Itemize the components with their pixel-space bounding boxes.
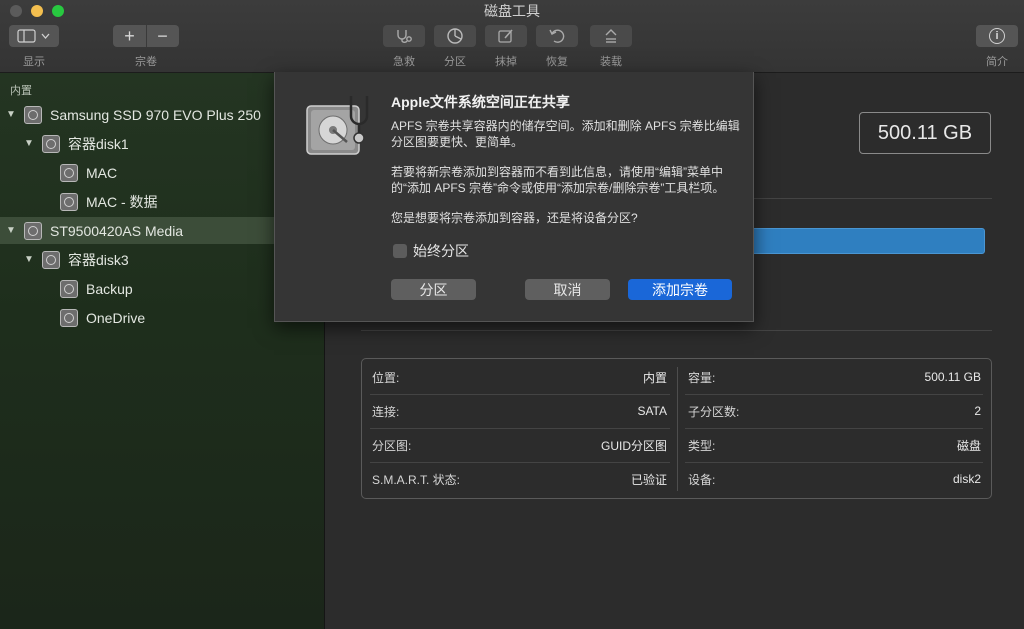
info-key: 设备: [688,472,716,487]
info-row-connection: 连接: SATA [362,394,677,428]
info-value: SATA [637,404,667,418]
divider [361,330,992,331]
restore-icon [549,29,565,43]
disclosure-triangle-icon[interactable]: ▼ [24,254,34,265]
view-button[interactable] [9,25,59,47]
erase-label: 抹掉 [495,56,517,68]
toolbar: 磁盘工具 显示 + − 宗卷 急救 分区 抹掉 恢复 装载 i 简介 [0,0,1024,73]
sidebar-item-label: Samsung SSD 970 EVO Plus 250 [50,106,261,123]
firstaid-button[interactable] [383,25,425,47]
volume-icon [60,279,78,298]
info-value: 磁盘 [956,438,981,453]
info-value: 500.11 GB [924,370,981,384]
sidebar-item-label: MAC - 数据 [86,193,158,210]
sidebar-item-label: Backup [86,280,133,297]
dialog-question: 您是想要将宗卷添加到容器，还是将设备分区? [391,211,638,225]
volume-icon [60,192,78,211]
info-key: 分区图: [372,438,412,453]
dialog-title: Apple文件系统空间正在共享 [391,94,570,110]
divider [370,428,670,429]
info-label: 简介 [986,56,1008,68]
info-button[interactable]: i [976,25,1018,47]
erase-button[interactable] [485,25,527,47]
pie-chart-icon [447,28,463,44]
sidebar-item-label: OneDrive [86,309,146,326]
info-key: S.M.A.R.T. 状态: [372,472,461,487]
info-key: 位置: [372,370,400,385]
restore-label: 恢复 [546,56,568,68]
info-table: 位置: 内置 连接: SATA 分区图: GUID分区图 S.M.A.R.T. … [361,358,992,499]
always-partition-checkbox[interactable]: 始终分区 [393,241,469,261]
capacity-display: 500.11 GB [859,112,991,154]
container-icon [42,250,60,269]
volume-icon [60,308,78,327]
dialog-message: APFS 宗卷共享容器内的储存空间。添加和删除 APFS 宗卷比编辑分区图要更快… [391,119,740,149]
info-key: 连接: [372,404,400,419]
info-key: 容量: [688,370,716,385]
info-key: 子分区数: [688,404,740,419]
info-value: 内置 [642,370,667,385]
remove-volume-button[interactable]: − [147,26,179,47]
info-row-type: 类型: 磁盘 [678,428,991,462]
info-row-smart-status: S.M.A.R.T. 状态: 已验证 [362,462,677,496]
mount-button[interactable] [590,25,632,47]
erase-icon [498,29,513,43]
divider [370,394,670,395]
window-title: 磁盘工具 [484,3,540,19]
sidebar-icon [17,29,50,43]
partition-button[interactable] [434,25,476,47]
info-value: GUID分区图 [600,438,667,453]
hard-drive-icon [24,105,42,124]
info-key: 类型: [688,438,716,453]
disclosure-triangle-icon[interactable]: ▼ [6,225,16,236]
divider [685,394,983,395]
disclosure-triangle-icon[interactable]: ▼ [6,109,16,120]
volume-label: 宗卷 [135,56,157,68]
info-icon: i [989,28,1005,44]
checkbox-label: 始终分区 [413,243,469,259]
sidebar-item-label: 容器disk3 [68,251,129,268]
volume-segment: + − [113,25,179,47]
volume-icon [60,163,78,182]
cancel-button[interactable]: 取消 [525,279,610,300]
dialog-message: 若要将新宗卷添加到容器而不看到此信息，请使用“编辑”菜单中的“添加 APFS 宗… [391,165,725,195]
info-row-device: 设备: disk2 [678,462,991,496]
info-row-partition-map: 分区图: GUID分区图 [362,428,677,462]
apfs-sharing-dialog: Apple文件系统空间正在共享 APFS 宗卷共享容器内的储存空间。添加和删除 … [274,72,754,322]
disclosure-triangle-icon[interactable]: ▼ [24,138,34,149]
add-volume-dialog-button[interactable]: 添加宗卷 [628,279,732,300]
container-icon [42,134,60,153]
checkbox-box[interactable] [393,244,407,258]
sidebar-item-label: ST9500420AS Media [50,222,184,239]
info-row-capacity: 容量: 500.11 GB [678,360,991,394]
info-row-child-count: 子分区数: 2 [678,394,991,428]
partition-label: 分区 [444,56,466,68]
firstaid-label: 急救 [393,56,415,68]
usage-bar [745,228,985,254]
info-value: disk2 [952,472,981,486]
mount-label: 装载 [600,56,622,68]
stethoscope-icon [397,30,412,43]
divider [370,462,670,463]
sidebar-item-label: MAC [86,164,118,181]
partition-dialog-button[interactable]: 分区 [391,279,476,300]
info-row-location: 位置: 内置 [362,360,677,394]
mount-icon [605,29,617,43]
hard-drive-icon [24,221,42,240]
info-value: 已验证 [630,472,667,487]
sidebar-item-label: 容器disk1 [68,135,129,152]
divider [685,428,983,429]
sidebar-section-internal: 内置 [10,85,32,97]
info-value: 2 [974,404,981,418]
disk-utility-icon [306,96,369,155]
divider [685,462,983,463]
add-volume-button[interactable]: + [114,26,146,47]
view-label: 显示 [23,56,45,68]
restore-button[interactable] [536,25,578,47]
